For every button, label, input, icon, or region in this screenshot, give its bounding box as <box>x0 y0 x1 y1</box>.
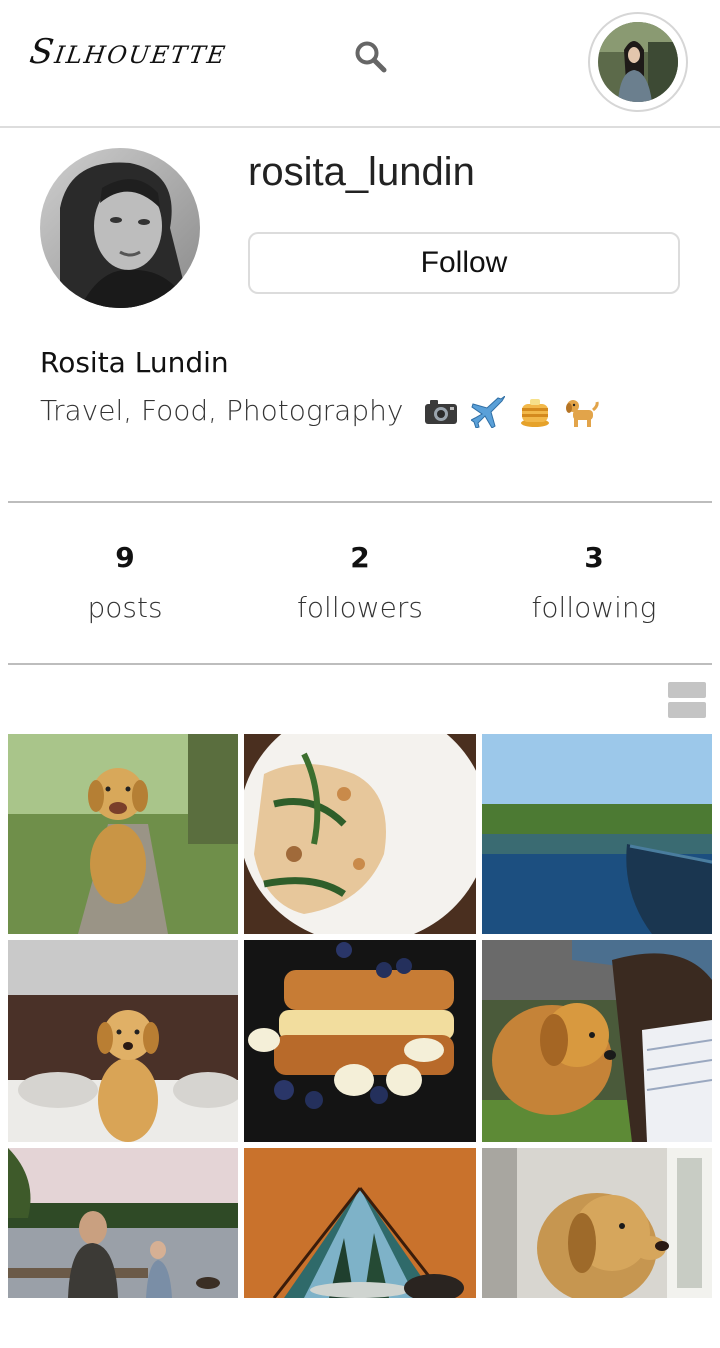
profile-full-name: Rosita Lundin <box>40 346 229 379</box>
stat-followers-count: 2 <box>350 541 370 574</box>
top-header: Silhouette <box>0 0 720 128</box>
user-avatar[interactable] <box>588 12 688 112</box>
stat-following[interactable]: 3 following <box>477 540 711 628</box>
profile-bio-text: Travel, Food, Photography <box>40 394 404 427</box>
search-icon[interactable] <box>352 38 392 78</box>
post-thumbnail[interactable] <box>8 1148 238 1298</box>
stat-followers-label: followers <box>297 591 423 624</box>
post-thumbnail[interactable] <box>482 1148 712 1298</box>
profile-username: rosita_lundin <box>248 150 475 194</box>
profile-bio: Travel, Food, Photography <box>40 394 599 429</box>
stat-posts-label: posts <box>87 591 163 624</box>
post-thumbnail[interactable] <box>244 734 476 934</box>
post-thumbnail[interactable] <box>8 940 238 1142</box>
stat-following-count: 3 <box>584 541 604 574</box>
post-thumbnail[interactable] <box>8 734 238 934</box>
divider-top <box>8 501 712 503</box>
post-thumbnail[interactable] <box>482 734 712 934</box>
follow-button[interactable]: Follow <box>248 232 680 294</box>
app-logo[interactable]: Silhouette <box>27 32 230 72</box>
stat-followers[interactable]: 2 followers <box>243 540 477 628</box>
list-view-icon[interactable] <box>668 682 706 720</box>
post-thumbnail[interactable] <box>244 940 476 1142</box>
post-thumbnail[interactable] <box>482 940 712 1142</box>
pancakes-icon <box>518 396 552 428</box>
camera-icon <box>424 396 458 428</box>
profile-photo <box>40 148 200 308</box>
dog-icon <box>565 396 599 428</box>
stat-posts-count: 9 <box>115 541 135 574</box>
post-thumbnail[interactable] <box>244 1148 476 1298</box>
airplane-icon <box>470 395 506 429</box>
stat-posts[interactable]: 9 posts <box>8 540 242 628</box>
divider-bottom <box>8 663 712 665</box>
stat-following-label: following <box>531 591 657 624</box>
